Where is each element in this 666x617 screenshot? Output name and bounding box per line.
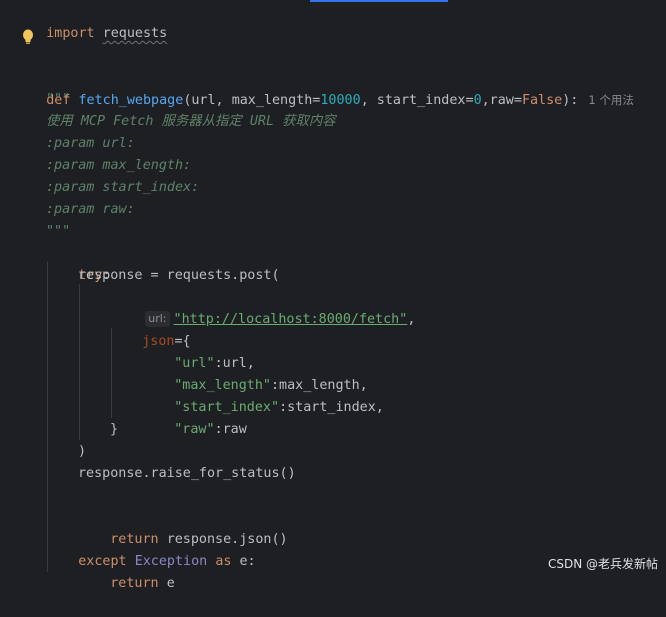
code-line-except[interactable]: except Exception as e: — [46, 529, 255, 569]
code-line-paren[interactable]: ) — [78, 441, 86, 463]
keyword: import — [46, 26, 95, 41]
docstring-line: :param url: — [46, 136, 135, 151]
code-line-return[interactable]: return response.json() — [78, 507, 287, 547]
code-line-url[interactable]: url: "http://localhost:8000/fetch", — [113, 287, 415, 327]
code-line-json[interactable]: json={ — [110, 309, 190, 349]
number-literal: 0 — [473, 93, 482, 108]
function-name: fetch_webpage — [78, 93, 184, 108]
params-text: max_length= — [231, 93, 321, 108]
docstring-line: :param start_index: — [46, 180, 200, 195]
code-line-raise[interactable]: response.raise_for_status() — [78, 463, 296, 485]
punct: , — [407, 312, 416, 327]
code-line-post[interactable]: response = requests.post( — [78, 265, 280, 287]
module-name: requests — [102, 26, 168, 41]
keyword: False — [521, 93, 563, 108]
docstring-line: :param raw: — [46, 202, 135, 217]
docstring-line: :param max_length: — [46, 158, 192, 173]
indent-guide — [79, 284, 80, 440]
keyword: as — [215, 554, 232, 569]
code-editor[interactable]: import requests def fetch_webpage(url, m… — [0, 0, 666, 591]
url-string[interactable]: "http://localhost:8000/fetch" — [174, 312, 408, 327]
scroll-indicator — [310, 0, 448, 2]
docstring-line: 使用 MCP Fetch 服务器从指定 URL 获取内容 — [46, 114, 336, 129]
code-text: e: — [239, 554, 256, 569]
string-literal: "raw" — [174, 422, 215, 437]
code-line-1[interactable]: import requests — [14, 1, 167, 41]
usage-hint[interactable]: 1 个用法 — [588, 93, 633, 107]
code-line-dict[interactable]: "url":url, — [142, 331, 255, 371]
code-line-dict[interactable]: "raw":raw — [142, 397, 247, 437]
code-text: e — [166, 576, 175, 591]
code-line-try[interactable]: try: — [46, 243, 110, 283]
params-text: ): — [562, 93, 579, 108]
lightbulb-icon[interactable] — [20, 28, 36, 46]
code-line-brace[interactable]: } — [110, 419, 118, 441]
code-line-dict[interactable]: "start_index":start_index, — [142, 375, 384, 415]
code-line-return-e[interactable]: return e — [78, 551, 175, 591]
code-text: :raw — [214, 422, 247, 437]
params-text: ,raw= — [481, 93, 522, 108]
docstring-line: """ — [46, 224, 71, 239]
code-text: :start_index, — [279, 400, 384, 415]
watermark: CSDN @老兵发新帖 — [547, 557, 658, 571]
params-text: (url, — [183, 93, 232, 108]
keyword: return — [110, 576, 159, 591]
code-line-dict[interactable]: "max_length":max_length, — [142, 353, 368, 393]
docstring-line: """ — [46, 92, 71, 107]
code-line-def[interactable]: def fetch_webpage(url, max_length=10000,… — [14, 67, 634, 108]
params-text: , start_index= — [360, 93, 474, 108]
number-literal: 10000 — [320, 93, 361, 108]
